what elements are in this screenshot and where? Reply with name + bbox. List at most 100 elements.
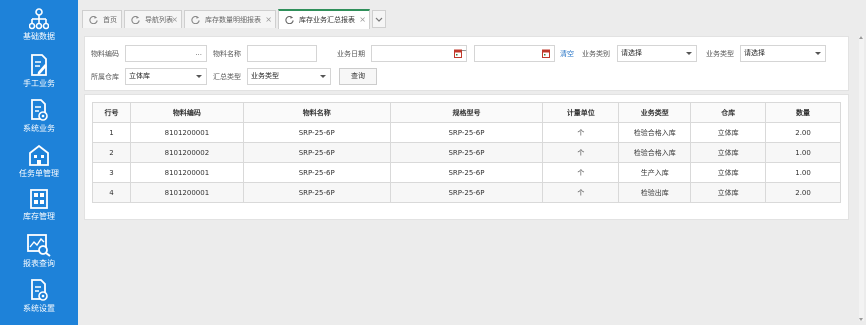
vertical-scrollbar[interactable] — [859, 36, 864, 321]
table-row[interactable]: 3 8101200001 SRP-25-6P SRP-25-6P 个 生产入库 … — [92, 162, 841, 183]
tab-label: 导航列表 — [145, 16, 173, 24]
table-row[interactable]: 1 8101200001 SRP-25-6P SRP-25-6P 个 检验合格入… — [92, 122, 841, 143]
table-cell: 8101200002 — [129, 142, 244, 163]
tab-label: 库存业务汇总报表 — [299, 16, 355, 24]
sidebar-item-inventory[interactable]: 库存管理 — [0, 188, 78, 230]
table-row[interactable]: 4 8101200001 SRP-25-6P SRP-25-6P 个 检验出库 … — [92, 182, 841, 203]
biz-category-value: 请选择 — [621, 49, 642, 57]
table-cell: 2.00 — [765, 122, 841, 143]
tab-inventory-summary[interactable]: 库存业务汇总报表 × — [278, 9, 370, 29]
biz-type-select[interactable]: 请选择 — [740, 45, 826, 62]
document-gear-icon — [31, 99, 48, 121]
material-code-input[interactable]: ... — [125, 45, 207, 62]
table-cell: 2.00 — [765, 182, 841, 203]
sidebar-item-label: 系统业务 — [23, 124, 55, 133]
refresh-icon — [131, 15, 140, 24]
tab-nav-list[interactable]: 导航列表 × — [124, 10, 182, 28]
tab-menu-button[interactable] — [372, 10, 386, 28]
sidebar-item-label: 手工业务 — [23, 79, 55, 88]
material-name-label: 物料名称 — [213, 50, 241, 58]
table-cell: 1 — [92, 122, 131, 143]
sidebar-item-label: 系统设置 — [23, 304, 55, 313]
sidebar: 基础数据 手工业务 系统业务 任务单管理 库存管理 报表查询 系统设置 — [0, 0, 78, 325]
summary-type-value: 业务类型 — [251, 72, 279, 80]
close-icon[interactable]: × — [265, 11, 272, 29]
table-cell: 检验合格入库 — [618, 142, 692, 163]
refresh-icon — [191, 15, 200, 24]
biz-date-to-input[interactable] — [474, 45, 555, 62]
tab-inventory-detail[interactable]: 库存数量明细报表 × — [184, 10, 276, 28]
table-cell: 8101200001 — [129, 122, 244, 143]
table-cell: 个 — [542, 162, 620, 183]
close-icon[interactable]: × — [171, 11, 178, 29]
building-icon — [29, 144, 49, 166]
column-header[interactable]: 仓库 — [690, 102, 767, 123]
column-header[interactable]: 物料编码 — [129, 102, 244, 123]
refresh-icon — [89, 15, 98, 24]
table-cell: SRP-25-6P — [389, 162, 544, 183]
table-cell: 立体库 — [690, 122, 767, 143]
sidebar-item-task-orders[interactable]: 任务单管理 — [0, 143, 78, 185]
table-header-row: 行号 物料编码 物料名称 规格型号 计量单位 业务类型 仓库 数量 — [92, 102, 841, 123]
sidebar-item-manual-business[interactable]: 手工业务 — [0, 53, 78, 95]
sidebar-item-system-business[interactable]: 系统业务 — [0, 98, 78, 140]
table-cell: SRP-25-6P — [242, 142, 391, 163]
warehouse-select[interactable]: 立体库 — [125, 68, 207, 85]
sidebar-item-label: 报表查询 — [23, 259, 55, 268]
lookup-dots-button[interactable]: ... — [195, 46, 202, 61]
warehouse-value: 立体库 — [129, 72, 150, 80]
chevron-down-icon — [375, 17, 383, 22]
scroll-down-icon[interactable] — [859, 318, 863, 321]
table-cell: SRP-25-6P — [242, 122, 391, 143]
table-cell: 8101200001 — [129, 162, 244, 183]
table-cell: 个 — [542, 142, 620, 163]
sidebar-item-basic-data[interactable]: 基础数据 — [0, 8, 78, 50]
sidebar-item-settings[interactable]: 系统设置 — [0, 278, 78, 320]
biz-category-select[interactable]: 请选择 — [617, 45, 697, 62]
table-cell: 8101200001 — [129, 182, 244, 203]
biz-category-label: 业务类别 — [582, 50, 610, 58]
chevron-down-icon — [815, 52, 821, 55]
sidebar-item-reports[interactable]: 报表查询 — [0, 233, 78, 275]
grid-icon — [30, 189, 48, 209]
table-cell: 2 — [92, 142, 131, 163]
column-header[interactable]: 计量单位 — [542, 102, 620, 123]
tab-home[interactable]: 首页 — [82, 10, 122, 28]
calendar-icon[interactable] — [542, 49, 550, 58]
table-cell: 检验出库 — [618, 182, 692, 203]
chevron-down-icon — [320, 75, 326, 78]
close-icon[interactable]: × — [359, 11, 366, 29]
table-cell: SRP-25-6P — [389, 142, 544, 163]
column-header[interactable]: 业务类型 — [618, 102, 692, 123]
biz-date-from-input[interactable] — [371, 45, 467, 62]
table-cell: SRP-25-6P — [242, 162, 391, 183]
table-cell: SRP-25-6P — [389, 182, 544, 203]
column-header[interactable]: 规格型号 — [389, 102, 544, 123]
table-row[interactable]: 2 8101200002 SRP-25-6P SRP-25-6P 个 检验合格入… — [92, 142, 841, 163]
table-cell: 3 — [92, 162, 131, 183]
column-header[interactable]: 物料名称 — [242, 102, 391, 123]
document-gear-icon — [31, 279, 48, 301]
results-table: 行号 物料编码 物料名称 规格型号 计量单位 业务类型 仓库 数量 1 8101… — [92, 102, 841, 203]
material-name-input[interactable] — [247, 45, 317, 62]
table-cell: 1.00 — [765, 142, 841, 163]
material-code-label: 物料编码 — [91, 50, 119, 58]
query-button[interactable]: 查询 — [339, 68, 377, 85]
table-cell: SRP-25-6P — [389, 122, 544, 143]
column-header[interactable]: 数量 — [765, 102, 841, 123]
summary-type-select[interactable]: 业务类型 — [247, 68, 331, 85]
clear-date-link[interactable]: 清空 — [560, 49, 574, 59]
results-panel: 行号 物料编码 物料名称 规格型号 计量单位 业务类型 仓库 数量 1 8101… — [84, 94, 849, 220]
table-cell: 检验合格入库 — [618, 122, 692, 143]
tab-label: 首页 — [103, 16, 117, 24]
chevron-down-icon — [686, 52, 692, 55]
table-cell: 立体库 — [690, 162, 767, 183]
filter-panel: 物料编码 ... 物料名称 业务日期 ~ 清空 业务类别 请选择 业务类型 请选… — [84, 36, 849, 91]
table-cell: SRP-25-6P — [242, 182, 391, 203]
biz-type-value: 请选择 — [744, 49, 765, 57]
scroll-up-icon[interactable] — [859, 36, 863, 39]
chevron-down-icon — [196, 75, 202, 78]
table-cell: 1.00 — [765, 162, 841, 183]
sidebar-item-label: 基础数据 — [23, 32, 55, 41]
column-header[interactable]: 行号 — [92, 102, 131, 123]
